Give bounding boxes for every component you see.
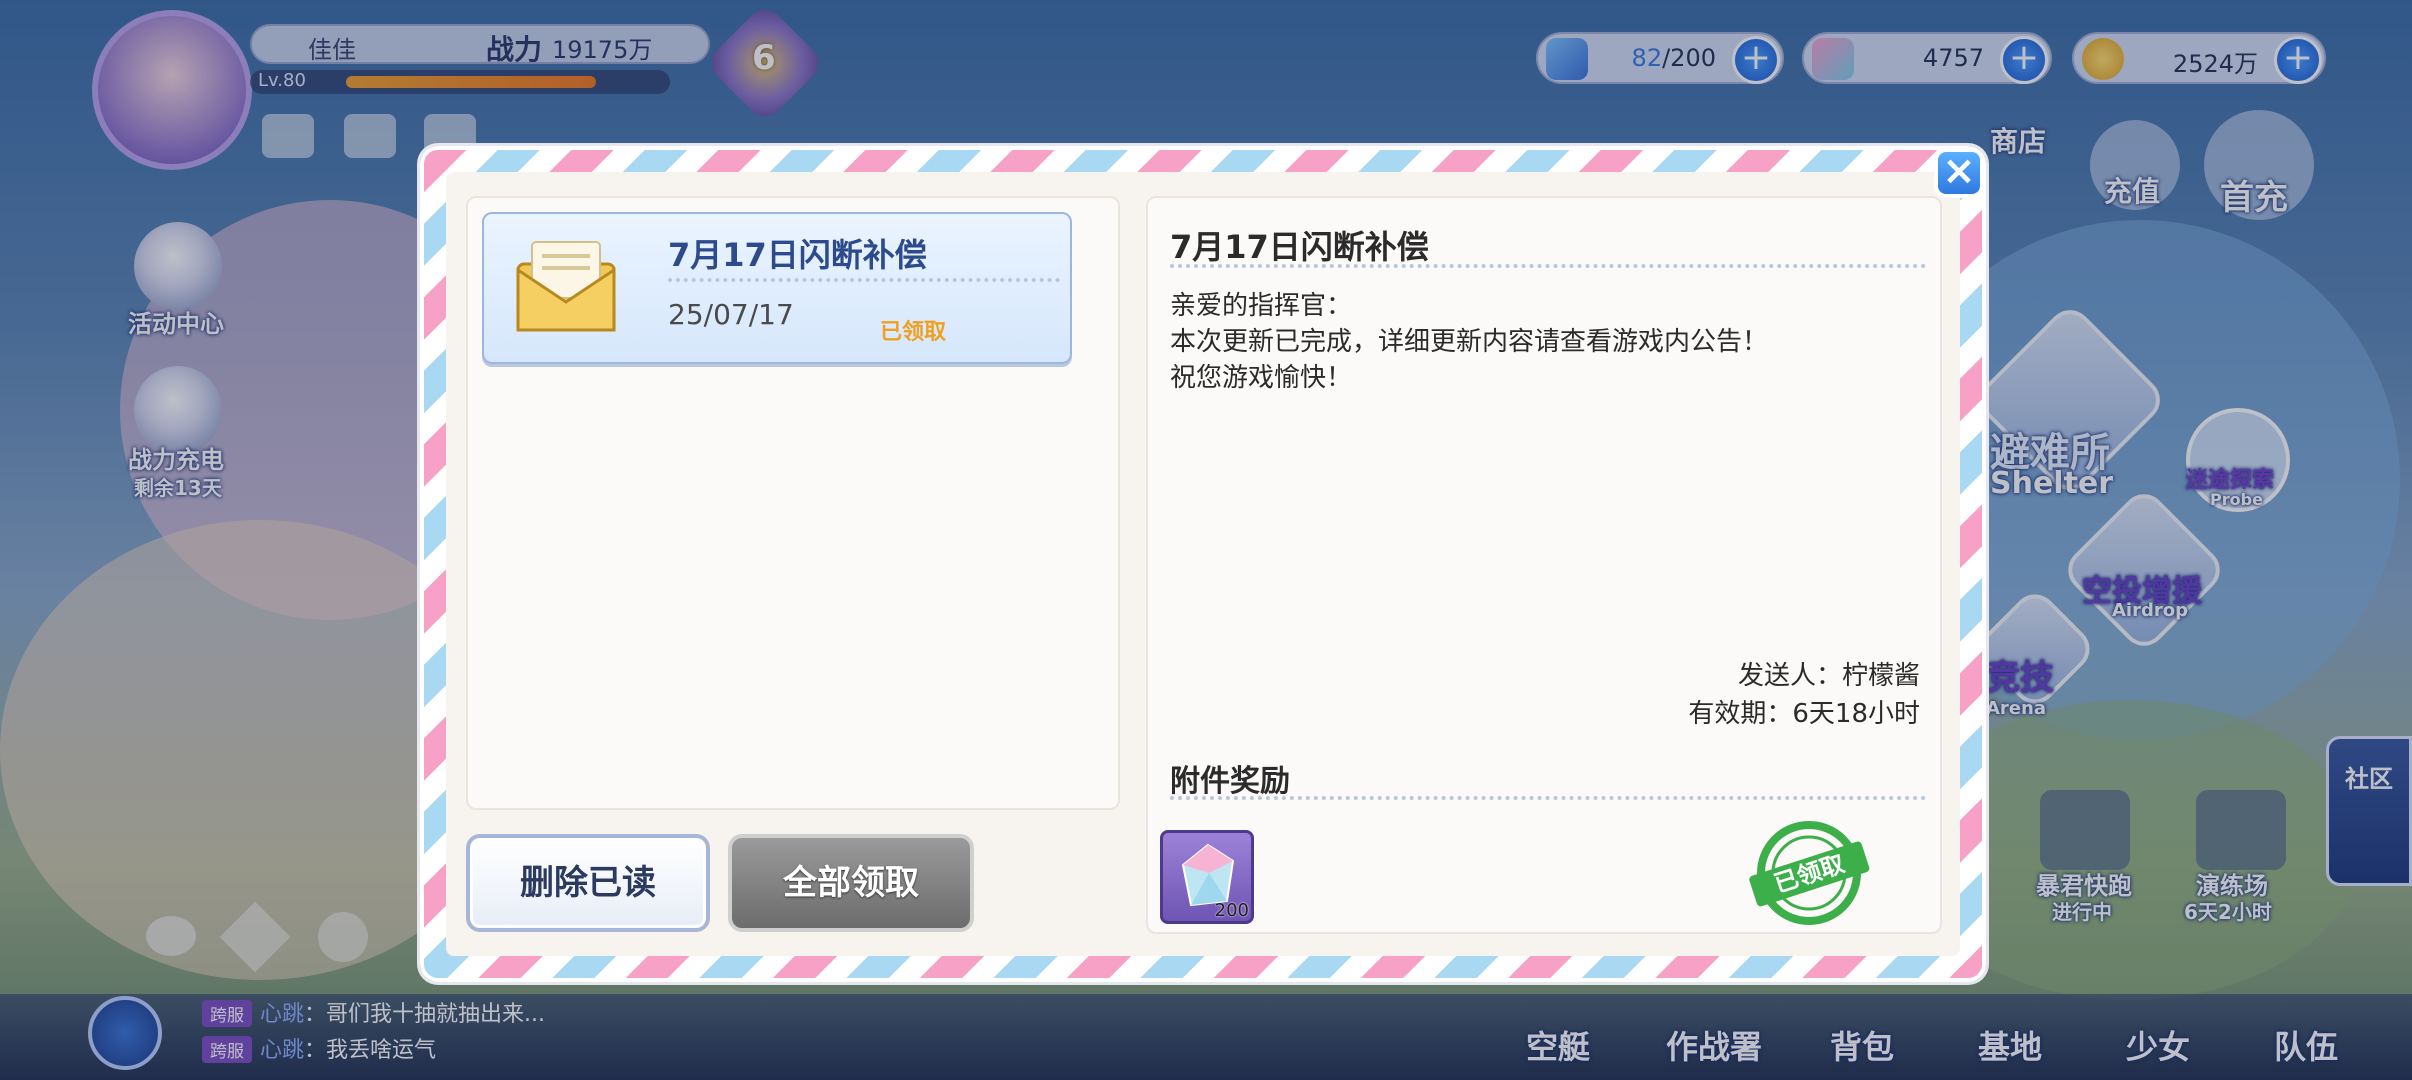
mail-item-date: 25/07/17 (668, 298, 794, 331)
claimed-stamp-text: 已领取 (1771, 850, 1848, 899)
envelope-icon (516, 241, 616, 332)
delete-read-button[interactable]: 删除已读 (466, 834, 710, 932)
mail-content-line: 本次更新已完成，详细更新内容请查看游戏内公告！ (1170, 327, 1769, 357)
claimed-stamp: 已领取 (1749, 821, 1870, 925)
reward-count: 200 (1214, 900, 1249, 921)
mail-validity: 有效期：6天18小时 (1560, 696, 1920, 732)
mail-item-divider (668, 278, 1060, 282)
sender-label: 发送人： (1737, 661, 1842, 691)
mail-greeting: 亲爱的指挥官： (1170, 291, 1353, 321)
mail-item-title: 7月17日闪断补偿 (668, 236, 927, 274)
attachments-title: 附件奖励 (1170, 764, 1290, 799)
mail-sender: 发送人：柠檬酱 (1560, 658, 1920, 694)
validity-label: 有效期： (1688, 699, 1793, 729)
attachments-divider (1170, 796, 1926, 800)
mail-item-status: 已领取 (880, 320, 947, 345)
mail-body: 亲爱的指挥官： 本次更新已完成，详细更新内容请查看游戏内公告！ 祝您游戏愉快！ (1170, 288, 1768, 396)
claim-all-button[interactable]: 全部领取 (728, 834, 974, 932)
mail-detail-title: 7月17日闪断补偿 (1170, 228, 1429, 266)
mail-list-item[interactable]: 7月17日闪断补偿 25/07/17 已领取 (482, 212, 1072, 364)
mail-detail-divider (1170, 264, 1926, 268)
sender-name: 柠檬酱 (1841, 661, 1920, 691)
close-button[interactable]: × (1934, 148, 1984, 198)
reward-item[interactable]: 200 (1160, 830, 1254, 924)
game-screen: 佳佳 战力 19175万 Lv.80 6 82/200 + 4757 + 252… (0, 0, 2412, 1080)
validity-value: 6天18小时 (1792, 699, 1920, 729)
mail-closing-line: 祝您游戏愉快！ (1170, 363, 1353, 393)
